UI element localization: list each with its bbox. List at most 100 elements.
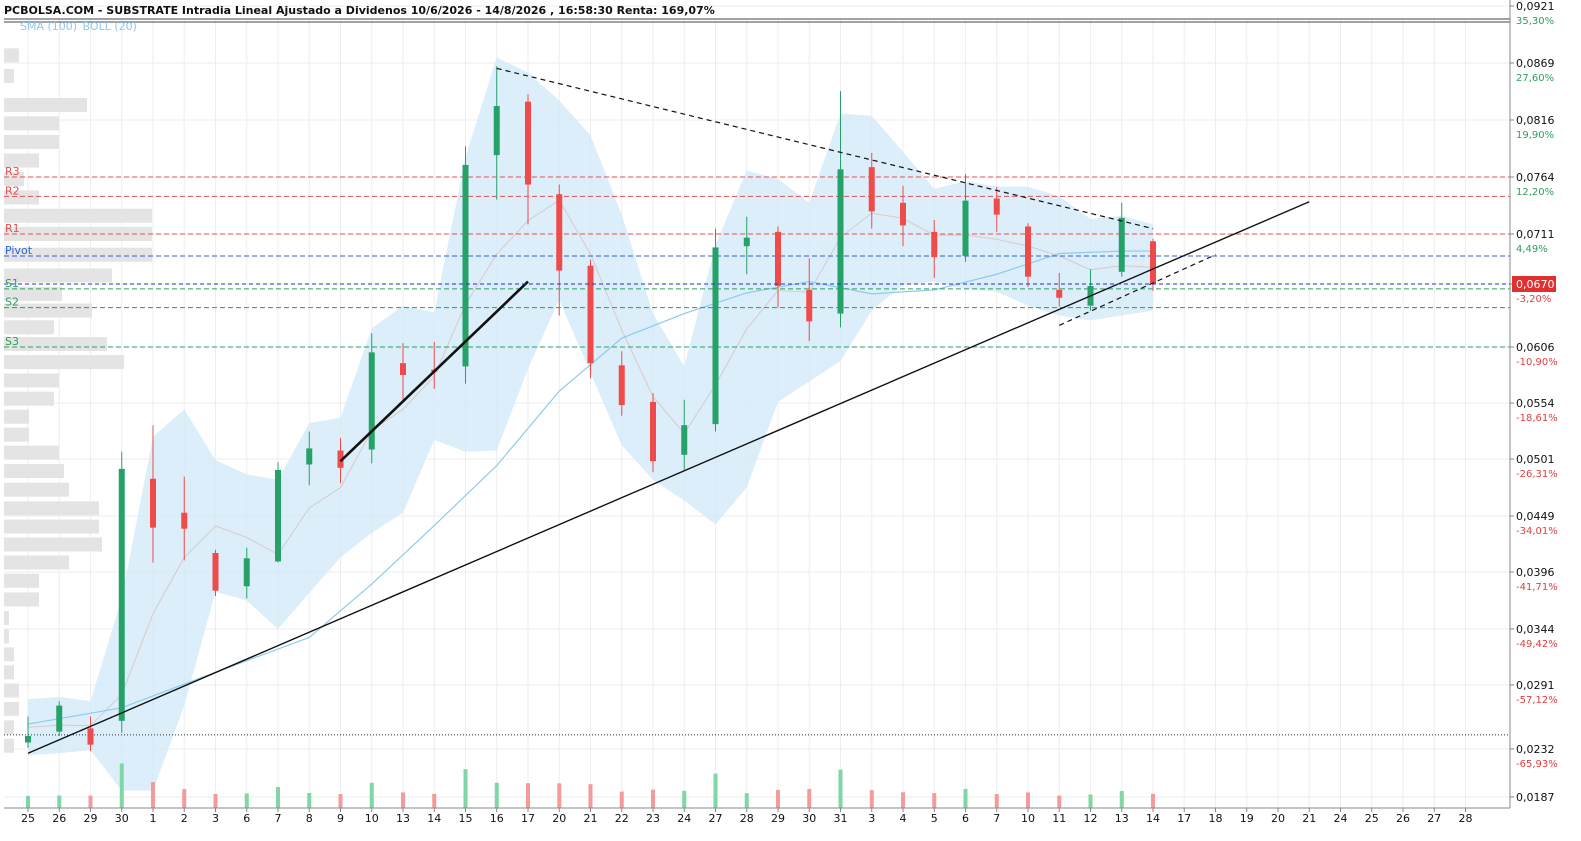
date-tick-label: 11 [1052, 812, 1066, 825]
date-tick-label: 31 [834, 812, 848, 825]
percent-tick-label: -10,90% [1516, 357, 1558, 368]
candle-body [462, 164, 469, 367]
volume-bar [932, 793, 937, 808]
candle[interactable] [275, 462, 281, 563]
price-axis: 0,0921 35,30% 0,0869 27,60% 0,0816 19,90% 0,07… [1509, 0, 1558, 808]
candle-body [25, 735, 31, 743]
candle-body [275, 469, 281, 562]
percent-tick-label: -18,61% [1516, 413, 1558, 424]
candle-body [243, 558, 250, 587]
percent-tick-label: -49,42% [1516, 639, 1558, 650]
percent-tick-label: 4,49% [1516, 244, 1548, 255]
sma-legend-label[interactable]: SMA (100) [20, 20, 77, 33]
bollinger-legend-label[interactable]: BOLL (20) [83, 20, 137, 33]
volume-profile-bar [4, 611, 9, 626]
date-tick-label: 21 [584, 812, 598, 825]
candlestick-chart[interactable]: R3 R2 R1 Pivot S1 S2 S3 0,0921 35,30% 0,0869 27,60… [0, 0, 1581, 837]
candle[interactable] [56, 701, 63, 736]
date-tick-label: 7 [993, 812, 1000, 825]
percent-tick-label: -65,93% [1516, 759, 1558, 770]
volume-bar [119, 763, 124, 808]
candle[interactable] [368, 333, 375, 464]
date-tick-label: 16 [490, 812, 504, 825]
volume-profile-bar [4, 68, 14, 83]
date-tick-label: 10 [365, 812, 379, 825]
volume-bar [1119, 791, 1124, 808]
candle-body [837, 169, 844, 314]
date-tick-label: 14 [427, 812, 441, 825]
candle-body [712, 247, 719, 425]
volume-bar [244, 793, 249, 808]
date-tick-label: 19 [1240, 812, 1254, 825]
percent-tick-label: 35,30% [1516, 16, 1554, 27]
volume-bar [807, 788, 812, 808]
last-price-label: 0,0670 [1516, 278, 1555, 291]
price-tick-label: 0,0396 [1516, 566, 1555, 579]
volume-profile-bar [4, 268, 112, 283]
percent-tick-label: -26,31% [1516, 469, 1558, 480]
volume-profile-bar [4, 665, 14, 680]
candle-body [587, 265, 594, 364]
date-tick-label: 27 [709, 812, 723, 825]
volume-profile-bar [4, 720, 14, 735]
date-tick-label: 3 [868, 812, 875, 825]
candle[interactable] [587, 259, 594, 379]
candle-body [618, 365, 625, 406]
date-tick-label: 23 [646, 812, 660, 825]
volume-bar [276, 786, 280, 808]
date-tick-label: 22 [615, 812, 629, 825]
candle-body [775, 231, 781, 286]
pivot-label-r3: R3 [5, 165, 20, 178]
indicator-legend: SMA (100) BOLL (20) [20, 20, 139, 33]
date-tick-label: 17 [521, 812, 535, 825]
volume-bar [401, 792, 405, 808]
candle[interactable] [712, 228, 719, 432]
pivot-label-s1: S1 [5, 277, 19, 290]
candle[interactable] [1118, 202, 1125, 277]
volume-profile-bar [4, 573, 39, 588]
volume-bar [619, 791, 624, 808]
pivot-label-s3: S3 [5, 335, 19, 348]
date-tick-label: 26 [1396, 812, 1410, 825]
candle-body [56, 705, 63, 732]
volume-profile-bar [4, 409, 29, 424]
candle-body [806, 289, 813, 322]
candle-body [118, 468, 125, 721]
chart-root: PCBOLSA.COM - SUBSTRATE Intradia Lineal … [0, 0, 1581, 837]
volume-bar [26, 795, 30, 808]
percent-tick-label: -34,01% [1516, 526, 1558, 537]
date-tick-label: 8 [306, 812, 313, 825]
volume-bar [432, 793, 437, 808]
price-tick-label: 0,0606 [1516, 341, 1555, 354]
candle[interactable] [212, 549, 219, 597]
candle-body [900, 202, 906, 226]
volume-profile-bar [4, 116, 59, 131]
date-tick-label: 4 [900, 812, 907, 825]
volume-bar [88, 795, 93, 808]
volume-bar [1057, 795, 1062, 808]
volume-bar [182, 789, 187, 808]
volume-profile-bar [4, 738, 14, 753]
candle-body [150, 478, 156, 528]
candle[interactable] [118, 451, 125, 733]
pivot-label-r2: R2 [5, 184, 20, 197]
volume-profile-bar [4, 501, 99, 516]
date-axis: 25 26 29 30 1 2 3 6 7 8 9 10 13 14 15 16 17 20 21 22 23 24 27 2… [4, 807, 1510, 825]
date-tick-label: 3 [212, 812, 219, 825]
volume-bar [588, 784, 593, 808]
date-tick-label: 13 [396, 812, 410, 825]
volume-bar [369, 782, 374, 808]
candle[interactable] [650, 393, 656, 473]
volume-profile-bar [4, 519, 99, 534]
date-tick-label: 17 [1177, 812, 1191, 825]
date-tick-label: 29 [771, 812, 785, 825]
candle-body [962, 200, 969, 256]
volume-bar [994, 794, 999, 808]
pivot-label-pivot: Pivot [5, 244, 33, 257]
volume-profile-bar [4, 208, 152, 223]
date-tick-label: 27 [1427, 812, 1441, 825]
percent-tick-label: 27,60% [1516, 73, 1554, 84]
volume-profile-bar [4, 445, 59, 460]
candle[interactable] [462, 146, 469, 384]
date-tick-label: 12 [1084, 812, 1098, 825]
